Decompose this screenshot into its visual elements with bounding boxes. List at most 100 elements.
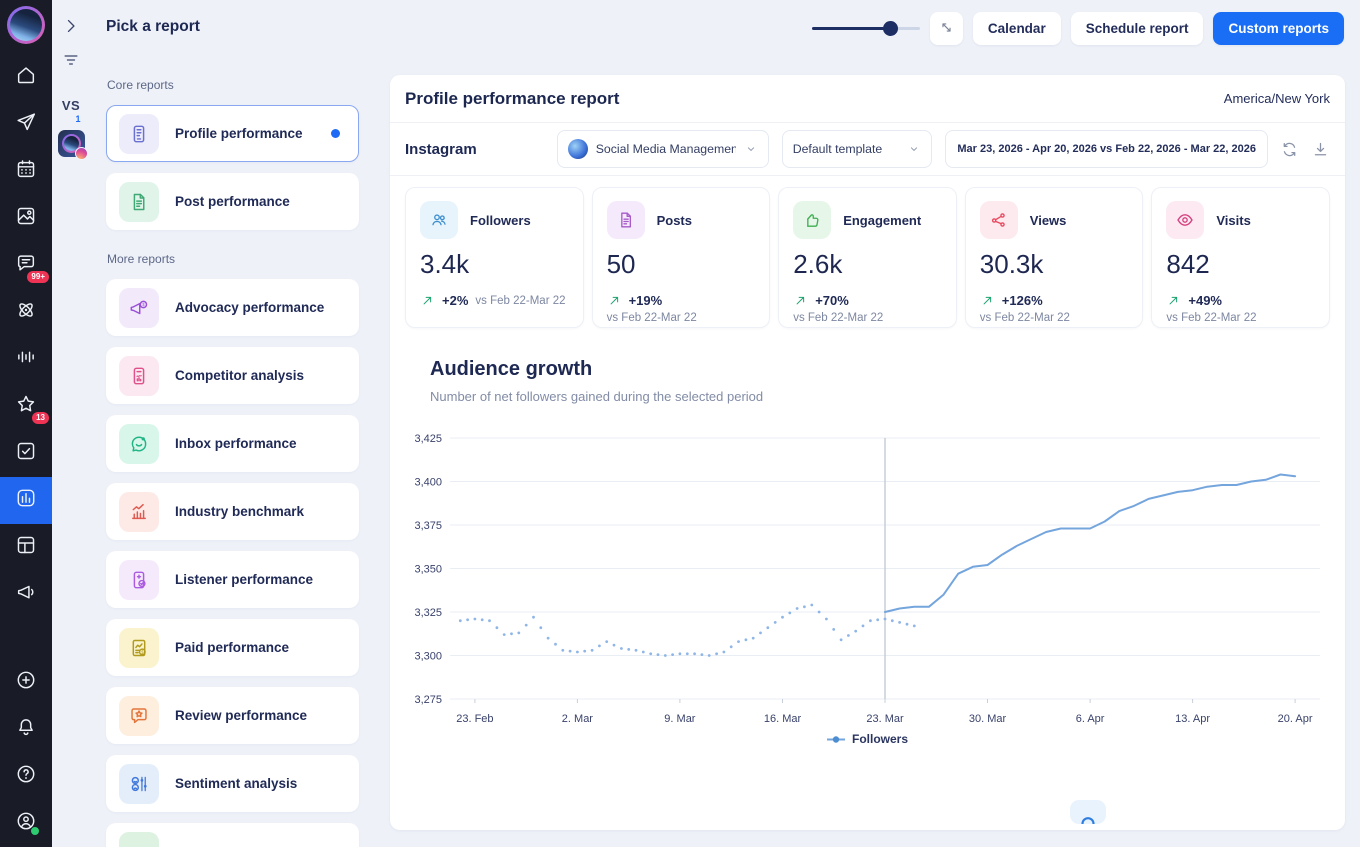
workspace-rail: VS 1 xyxy=(52,0,90,847)
legend-marker-icon xyxy=(826,735,845,743)
waveform-icon xyxy=(15,346,37,373)
report-picker-panel: Pick a report Core reports Profile perfo… xyxy=(90,0,375,847)
partial-report-icon xyxy=(119,831,159,847)
topbar: Calendar Schedule report Custom reports xyxy=(811,12,1344,45)
collapse-panel-button[interactable] xyxy=(60,16,82,38)
arrow-up-right-icon xyxy=(980,293,995,308)
report-item-label: Review performance xyxy=(175,708,308,723)
metric-delta-pct: +70% xyxy=(815,293,849,308)
chevron-down-icon xyxy=(907,142,921,156)
notification-badge: 13 xyxy=(32,412,49,424)
review-report-icon xyxy=(119,695,159,736)
rail-item-help[interactable] xyxy=(0,753,52,800)
profile-avatar xyxy=(567,139,588,159)
report-item-advocacy-performance[interactable]: $ Advocacy performance xyxy=(106,279,359,336)
filter-button[interactable] xyxy=(60,50,82,72)
calendar-button[interactable]: Calendar xyxy=(972,12,1061,45)
layout-icon xyxy=(15,534,37,561)
chat-widget[interactable] xyxy=(1070,800,1106,824)
nav-rail-items: 99+ 13 xyxy=(0,54,52,618)
slider-thumb[interactable] xyxy=(882,21,898,36)
megaphone-icon xyxy=(15,581,37,608)
rail-item-star[interactable]: 13 xyxy=(0,383,52,430)
workspace-initials: VS xyxy=(61,98,81,113)
report-item-label: Industry benchmark xyxy=(175,504,305,519)
help-icon xyxy=(15,763,37,790)
svg-text:9. Mar: 9. Mar xyxy=(664,713,696,725)
report-header: Profile performance report America/New Y… xyxy=(390,75,1345,123)
svg-text:6. Apr: 6. Apr xyxy=(1076,713,1105,725)
report-item-label: Inbox performance xyxy=(175,436,297,451)
home-icon xyxy=(15,64,37,91)
date-range-select[interactable]: Mar 23, 2026 - Apr 20, 2026 vs Feb 22, 2… xyxy=(945,130,1268,168)
metric-delta: +19% vs Feb 22-Mar 22 xyxy=(607,293,756,324)
report-item-industry-benchmark[interactable]: Industry benchmark xyxy=(106,483,359,540)
rail-item-bell[interactable] xyxy=(0,706,52,753)
topbar-buttons: Calendar Schedule report Custom reports xyxy=(972,12,1344,45)
custom-reports-button[interactable]: Custom reports xyxy=(1213,12,1344,45)
rail-item-analytics[interactable] xyxy=(0,477,52,524)
report-item-item[interactable] xyxy=(106,823,359,847)
chat-widget-icon xyxy=(1081,817,1095,824)
refresh-button[interactable] xyxy=(1280,140,1299,159)
arrow-up-right-icon xyxy=(793,293,808,308)
download-button[interactable] xyxy=(1311,140,1330,159)
report-item-label: Sentiment analysis xyxy=(175,776,298,791)
svg-text:3,425: 3,425 xyxy=(414,433,442,445)
rail-item-megaphone[interactable] xyxy=(0,571,52,618)
rail-item-atom[interactable] xyxy=(0,289,52,336)
rail-item-check-square[interactable] xyxy=(0,430,52,477)
report-item-sentiment-analysis[interactable]: Sentiment analysis xyxy=(106,755,359,812)
slider-fill xyxy=(811,27,890,30)
expand-button[interactable] xyxy=(929,12,963,45)
workspace-avatar[interactable] xyxy=(57,130,88,160)
svg-text:30. Mar: 30. Mar xyxy=(969,713,1007,725)
report-item-profile-performance[interactable]: Profile performance xyxy=(106,105,359,162)
report-item-competitor-analysis[interactable]: Competitor analysis xyxy=(106,347,359,404)
metric-card-engagement: Engagement 2.6k +70% vs Feb 22-Mar 22 xyxy=(778,187,957,328)
rail-item-calendar[interactable] xyxy=(0,148,52,195)
template-select[interactable]: Default template xyxy=(781,130,933,168)
report-item-inbox-performance[interactable]: Inbox performance xyxy=(106,415,359,472)
rail-item-image[interactable] xyxy=(0,195,52,242)
metric-delta: +49% vs Feb 22-Mar 22 xyxy=(1166,293,1315,324)
metric-vs-label: vs Feb 22-Mar 22 xyxy=(793,312,884,324)
image-icon xyxy=(15,205,37,232)
rail-item-layout[interactable] xyxy=(0,524,52,571)
arrow-up-right-icon xyxy=(420,293,435,308)
metric-vs-label: vs Feb 22-Mar 22 xyxy=(606,312,697,324)
report-item-review-performance[interactable]: Review performance xyxy=(106,687,359,744)
metric-value: 842 xyxy=(1166,249,1210,279)
rail-item-send[interactable] xyxy=(0,101,52,148)
svg-text:23. Mar: 23. Mar xyxy=(866,713,904,725)
report-item-paid-performance[interactable]: $ Paid performance xyxy=(106,619,359,676)
nav-rail: 99+ 13 xyxy=(0,0,52,847)
metric-card-visits: Visits 842 +49% vs Feb 22-Mar 22 xyxy=(1151,187,1330,328)
profile-select[interactable]: Social Media Management Toc xyxy=(556,130,769,168)
report-item-label: Post performance xyxy=(175,194,290,209)
zoom-slider[interactable] xyxy=(811,12,920,45)
rail-item-chat[interactable]: 99+ xyxy=(0,242,52,289)
metric-card-views: Views 30.3k +126% vs Feb 22-Mar 22 xyxy=(964,187,1144,328)
network-label: Instagram xyxy=(405,140,477,158)
atom-icon xyxy=(15,299,37,326)
views-icon xyxy=(979,201,1018,239)
rail-item-home[interactable] xyxy=(0,54,52,101)
rail-item-plus-circle[interactable] xyxy=(0,659,52,706)
chart-subtitle: Number of net followers gained during th… xyxy=(430,389,764,404)
metric-delta-pct: +126% xyxy=(1001,293,1043,308)
legend-item-followers[interactable]: Followers xyxy=(405,732,1330,746)
report-item-listener-performance[interactable]: Listener performance xyxy=(106,551,359,608)
metric-label: Views xyxy=(1029,212,1067,228)
legend-label: Followers xyxy=(851,732,908,746)
report-item-post-performance[interactable]: Post performance xyxy=(106,173,359,230)
app-logo[interactable] xyxy=(7,6,45,44)
metric-card-followers: Followers 3.4k +2% vs Feb 22-Mar 22 xyxy=(405,187,584,328)
rail-item-waveform[interactable] xyxy=(0,336,52,383)
schedule-report-button[interactable]: Schedule report xyxy=(1070,12,1204,45)
metric-label: Visits xyxy=(1216,212,1251,228)
rail-item-user[interactable] xyxy=(0,800,52,847)
core-reports-label: Core reports xyxy=(107,78,174,92)
report-title: Profile performance report xyxy=(405,88,620,108)
report-item-label: Paid performance xyxy=(175,640,290,655)
